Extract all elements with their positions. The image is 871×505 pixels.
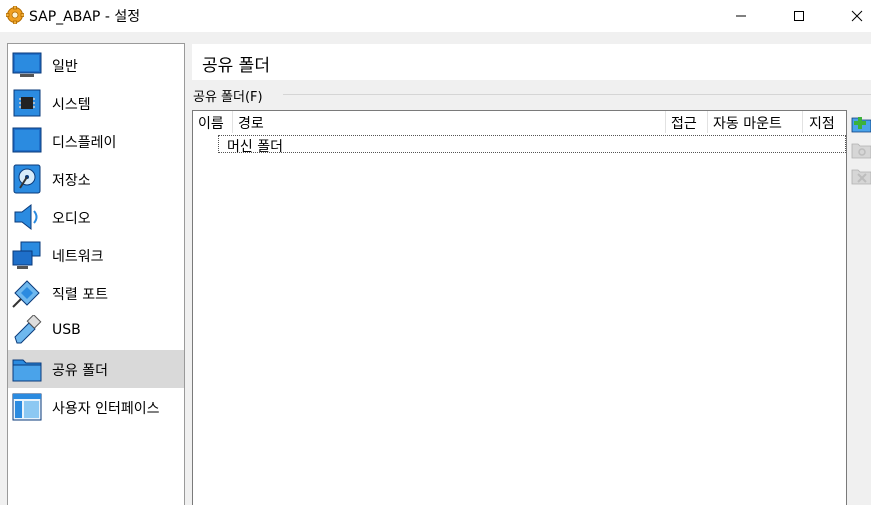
column-divider[interactable] bbox=[707, 111, 708, 133]
maximize-icon bbox=[794, 11, 804, 21]
sidebar-item-general[interactable]: 일반 bbox=[8, 46, 184, 84]
column-header-path[interactable]: 경로 bbox=[238, 113, 264, 133]
group-label: 공유 폴더(F) bbox=[193, 86, 267, 105]
column-header-name[interactable]: 이름 bbox=[198, 113, 224, 133]
group-divider bbox=[283, 94, 871, 95]
network-icon bbox=[11, 239, 43, 271]
maximize-button[interactable] bbox=[776, 0, 822, 32]
sidebar-item-system[interactable]: 시스템 bbox=[8, 84, 184, 122]
remove-folder-icon bbox=[851, 169, 871, 185]
column-divider[interactable] bbox=[232, 111, 233, 133]
table-row[interactable]: 머신 폴더 bbox=[218, 135, 846, 155]
monitor-icon bbox=[11, 49, 43, 81]
column-divider[interactable] bbox=[802, 111, 803, 133]
sidebar-item-label: 시스템 bbox=[52, 97, 91, 113]
close-button[interactable] bbox=[834, 0, 871, 32]
sidebar-item-network[interactable]: 네트워크 bbox=[8, 236, 184, 274]
close-icon bbox=[851, 10, 863, 22]
sidebar-item-label: 사용자 인터페이스 bbox=[52, 401, 160, 417]
settings-sidebar: 일반 시스템 디스플레이 저장소 오디오 네트워크 직렬 포트 USB 공유 폴… bbox=[7, 43, 185, 505]
edit-folder-icon bbox=[851, 143, 871, 159]
window-title: SAP_ABAP - 설정 bbox=[29, 9, 141, 25]
minimize-button[interactable] bbox=[718, 0, 764, 32]
window-layout-icon bbox=[11, 391, 43, 423]
page-header: 공유 폴더 bbox=[192, 44, 871, 80]
row-label-machine-folders: 머신 폴더 bbox=[227, 139, 283, 155]
display-icon bbox=[11, 125, 43, 157]
shared-folders-table[interactable]: 이름 경로 접근 자동 마운트 지점 머신 폴더 bbox=[192, 110, 847, 505]
edit-shared-folder-button[interactable] bbox=[851, 139, 871, 159]
sidebar-item-label: 저장소 bbox=[52, 173, 91, 189]
sidebar-item-user-interface[interactable]: 사용자 인터페이스 bbox=[8, 388, 184, 426]
title-bar: SAP_ABAP - 설정 bbox=[0, 0, 871, 32]
usb-icon bbox=[11, 314, 43, 347]
table-header: 이름 경로 접근 자동 마운트 지점 bbox=[193, 111, 846, 133]
sidebar-item-audio[interactable]: 오디오 bbox=[8, 198, 184, 236]
speaker-icon bbox=[11, 201, 43, 233]
gear-icon bbox=[5, 5, 25, 25]
minimize-icon bbox=[736, 15, 746, 17]
add-folder-icon bbox=[851, 117, 871, 133]
sidebar-item-storage[interactable]: 저장소 bbox=[8, 160, 184, 198]
remove-shared-folder-button[interactable] bbox=[851, 165, 871, 185]
column-header-mount-point[interactable]: 지점 bbox=[809, 113, 835, 133]
column-header-access[interactable]: 접근 bbox=[671, 113, 697, 133]
sidebar-item-label: 직렬 포트 bbox=[52, 287, 108, 303]
folder-icon bbox=[11, 353, 43, 385]
disk-icon bbox=[11, 163, 43, 195]
sidebar-item-usb[interactable]: USB bbox=[8, 312, 184, 350]
page-title: 공유 폴더 bbox=[202, 56, 270, 76]
chip-icon bbox=[11, 87, 43, 119]
sidebar-item-label: 디스플레이 bbox=[52, 135, 117, 151]
sidebar-item-serial-port[interactable]: 직렬 포트 bbox=[8, 274, 184, 312]
sidebar-item-label: 네트워크 bbox=[52, 249, 104, 265]
column-header-auto-mount[interactable]: 자동 마운트 bbox=[713, 113, 782, 133]
add-shared-folder-button[interactable] bbox=[851, 113, 871, 133]
sidebar-item-shared-folders[interactable]: 공유 폴더 bbox=[8, 350, 184, 388]
sidebar-item-label: 오디오 bbox=[52, 211, 91, 227]
sidebar-item-display[interactable]: 디스플레이 bbox=[8, 122, 184, 160]
sidebar-item-label: USB bbox=[52, 322, 81, 338]
column-divider[interactable] bbox=[665, 111, 666, 133]
sidebar-item-label: 공유 폴더 bbox=[52, 363, 108, 379]
sidebar-item-label: 일반 bbox=[52, 59, 78, 75]
serial-port-icon bbox=[11, 277, 43, 309]
